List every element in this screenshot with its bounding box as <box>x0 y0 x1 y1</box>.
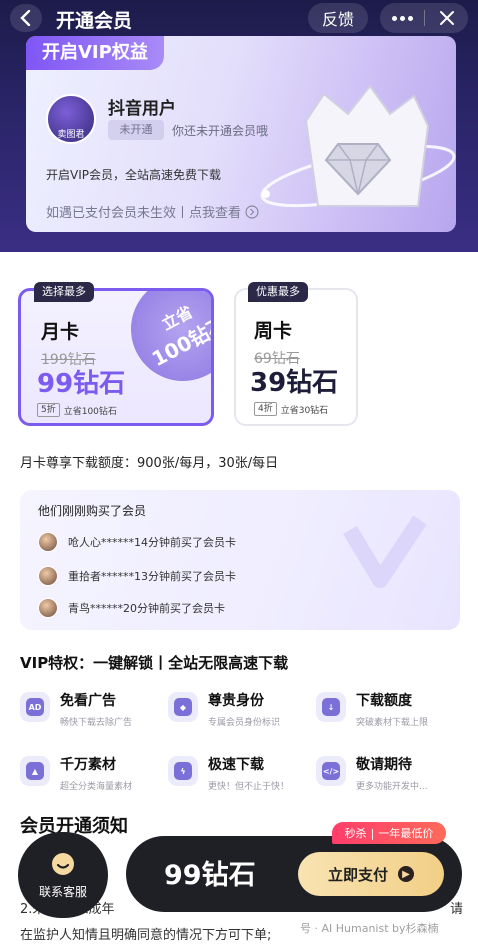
plan-card-week[interactable]: 周卡 69钻石 39钻石 4折 立省30钻石 <box>234 288 358 426</box>
user-name: 抖音用户 <box>108 99 176 119</box>
privilege-item: AD 免看广告 畅快下载去除广告 <box>20 692 132 728</box>
smile-chat-icon <box>52 852 74 875</box>
pay-bar: 99钻石 立即支付 ▶ <box>126 836 462 912</box>
code-icon: </> <box>316 756 346 786</box>
vip-help-link[interactable]: 如遇已支付会员未生效丨点我查看 <box>46 202 259 221</box>
page-title: 开通会员 <box>56 10 133 32</box>
discount-badge: 4折 <box>254 402 277 416</box>
flash-divider: | <box>370 826 375 840</box>
chevron-left-icon <box>20 10 31 26</box>
vip-description: 开启VIP会员，全站高速免费下载 <box>46 168 221 182</box>
plan-discount: 4折 立省30钻石 <box>254 402 328 416</box>
customer-service-label: 联系客服 <box>38 884 87 899</box>
recent-text: 重拾者******13分钟前买了会员卡 <box>68 570 236 583</box>
plan-tag-week: 优惠最多 <box>248 282 308 302</box>
privilege-item: ϟ 极速下载 更快！但不止于快！ <box>168 756 289 792</box>
vip-help-text: 如遇已支付会员未生效丨点我查看 <box>46 206 242 221</box>
lightning-icon: ϟ <box>168 756 198 786</box>
recent-title: 他们刚刚购买了会员 <box>38 504 147 518</box>
more-icon[interactable] <box>380 15 424 21</box>
list-item: 重拾者******13分钟前买了会员卡 <box>38 566 236 586</box>
privilege-name: 免看广告 <box>60 693 116 709</box>
savings-seal: 立省 100钻石 <box>112 291 211 400</box>
privilege-name: 尊贵身份 <box>208 693 264 709</box>
privilege-sub: 专属会员身份标识 <box>208 718 281 728</box>
avatar <box>38 566 58 586</box>
notice-line-2-tail: 请 <box>450 902 464 917</box>
plan-price: 99钻石 <box>37 369 126 399</box>
avatar <box>38 532 58 552</box>
privileges-title: VIP特权：一键解锁丨全站无限高速下载 <box>20 654 289 672</box>
privilege-name: 敬请期待 <box>356 757 412 773</box>
navbar: 开通会员 反馈 <box>0 0 478 38</box>
avatar <box>38 598 58 618</box>
pay-now-button[interactable]: 立即支付 ▶ <box>298 852 444 896</box>
privilege-sub: 更快！但不止于快！ <box>208 782 290 792</box>
privilege-item: ◆ 尊贵身份 专属会员身份标识 <box>168 692 280 728</box>
privilege-item: ↓ 下载额度 突破素材下载上限 <box>316 692 428 728</box>
privilege-name: 千万素材 <box>60 757 116 773</box>
flash-sale-badge: 秒杀 | 一年最低价 <box>332 822 446 844</box>
notice-line-3: 在监护人知情且明确同意的情况下方可下单; <box>20 928 272 943</box>
download-icon: ↓ <box>316 692 346 722</box>
badge-icon: ◆ <box>168 692 198 722</box>
plan-name: 周卡 <box>254 320 293 342</box>
vip-card: 开启VIP权益 卖图君 抖音用户 未开通 你还未开通会员哦 开启VIP会员，全站… <box>26 36 456 232</box>
privilege-sub: 畅快下载去除广告 <box>60 718 133 728</box>
recent-text: 呛人心******14分钟前买了会员卡 <box>68 536 236 549</box>
back-button[interactable] <box>10 4 42 32</box>
privilege-sub: 突破素材下载上限 <box>356 718 429 728</box>
flash-text: 一年最低价 <box>378 827 434 840</box>
privilege-sub: 超全分类海量素材 <box>60 782 133 792</box>
save-text: 立省100钻石 <box>63 406 117 417</box>
flash-label: 秒杀 <box>344 827 367 840</box>
plan-tag-month: 选择最多 <box>34 282 94 302</box>
feedback-button[interactable]: 反馈 <box>308 3 368 33</box>
pay-now-label: 立即支付 <box>327 865 388 884</box>
quota-text: 月卡尊享下载额度：900张/每月，30张/每日 <box>20 456 279 471</box>
customer-service-button[interactable]: 联系客服 <box>18 832 108 918</box>
privilege-name: 极速下载 <box>208 757 264 773</box>
plan-discount: 5折 立省100钻石 <box>37 403 117 417</box>
plan-card-month[interactable]: 立省 100钻石 月卡 199钻石 99钻石 5折 立省100钻石 <box>18 288 214 426</box>
vip-logo-icon <box>343 515 427 588</box>
privilege-item: ▲ 千万素材 超全分类海量素材 <box>20 756 132 792</box>
discount-badge: 5折 <box>37 403 60 417</box>
recent-text: 青鸟******20分钟前买了会员卡 <box>68 602 225 615</box>
status-badge: 未开通 <box>108 120 164 140</box>
image-icon: ▲ <box>20 756 50 786</box>
recent-purchases-panel: 他们刚刚购买了会员 呛人心******14分钟前买了会员卡 重拾者******1… <box>20 490 460 630</box>
save-text: 立省30钻石 <box>280 405 329 416</box>
status-description: 你还未开通会员哦 <box>172 124 269 138</box>
avatar: 卖图君 <box>46 94 96 144</box>
arrow-right-icon: ▶ <box>398 866 414 882</box>
plan-price: 39钻石 <box>250 368 339 398</box>
plan-name: 月卡 <box>41 321 80 343</box>
arrow-circle-icon <box>245 204 259 219</box>
privilege-item: </> 敬请期待 更多功能开发中... <box>316 756 428 792</box>
list-item: 青鸟******20分钟前买了会员卡 <box>38 598 225 618</box>
privilege-name: 下载额度 <box>356 693 412 709</box>
vip-ribbon: 开启VIP权益 <box>26 36 164 70</box>
privilege-sub: 更多功能开发中... <box>356 782 428 792</box>
watermark: 号 · AI Humanist by杉森楠 <box>300 922 439 935</box>
pay-price: 99钻石 <box>164 860 256 891</box>
crown-diamond-icon <box>260 84 456 208</box>
avatar-tag: 卖图君 <box>57 130 85 140</box>
close-icon[interactable] <box>425 10 468 26</box>
list-item: 呛人心******14分钟前买了会员卡 <box>38 532 236 552</box>
ad-icon: AD <box>20 692 50 722</box>
capsule-menu <box>380 3 468 33</box>
